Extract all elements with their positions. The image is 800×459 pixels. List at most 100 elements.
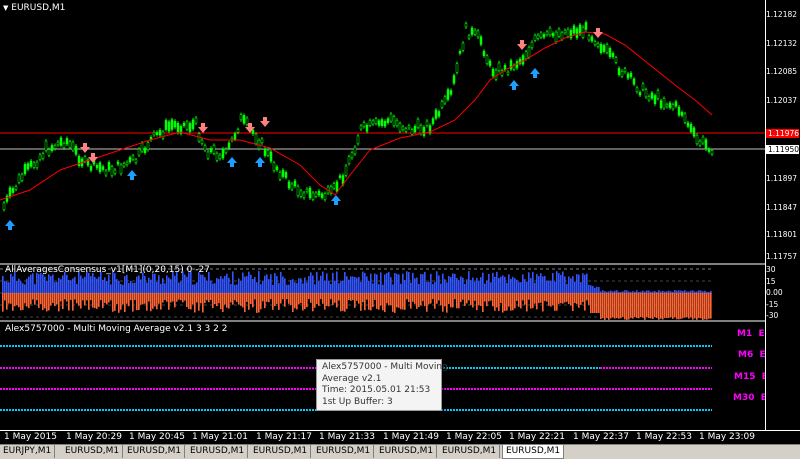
histogram-bar-neg — [136, 293, 138, 311]
histogram-bar-neg — [596, 293, 598, 313]
chart-tab[interactable]: EURUSD,M1 — [62, 445, 124, 458]
histogram-bar-pos — [162, 278, 164, 293]
histogram-bar-pos — [556, 271, 558, 293]
histogram-bar-neg — [466, 293, 468, 304]
candle — [656, 88, 660, 101]
histogram-bar-neg — [208, 293, 210, 303]
histogram-bar-neg — [348, 293, 350, 301]
histogram-bar-neg — [476, 293, 478, 311]
candle — [707, 147, 711, 154]
candle — [329, 184, 333, 196]
candle — [482, 49, 486, 58]
candle — [353, 145, 357, 156]
histogram-bar-pos — [694, 291, 696, 293]
histogram-bar-pos — [228, 277, 230, 293]
histogram-bar-pos — [44, 276, 46, 293]
histogram-bar-neg — [514, 293, 516, 309]
chart-tab-bar: EURJPY,M1 EURUSD,M1 EURUSD,M1 EURUSD,M1 … — [0, 444, 800, 459]
histogram-bar-neg — [266, 293, 268, 302]
histogram-bar-neg — [80, 293, 82, 309]
histogram-bar-pos — [34, 284, 36, 293]
histogram-bar-neg — [608, 293, 610, 320]
histogram-bar-pos — [74, 276, 76, 293]
chart-tab[interactable]: EURUSD,M1 — [250, 445, 312, 458]
histogram-bar-neg — [276, 293, 278, 304]
histogram-bar-pos — [596, 286, 598, 293]
histogram-bar-pos — [532, 271, 534, 293]
candle — [215, 151, 219, 163]
histogram-bar-neg — [98, 293, 100, 307]
histogram-bar-pos — [404, 280, 406, 293]
histogram-bar-neg — [448, 293, 450, 304]
histogram-bar-neg — [570, 293, 572, 306]
histogram-bar-neg — [470, 293, 472, 305]
histogram-bar-neg — [682, 293, 684, 319]
histogram-bar-neg — [24, 293, 26, 304]
histogram-bar-pos — [138, 275, 140, 293]
histogram-bar-pos — [18, 278, 20, 293]
candle — [686, 120, 690, 129]
histogram-bar-neg — [162, 293, 164, 303]
histogram-bar-neg — [320, 293, 322, 300]
chart-tab-active[interactable]: EURUSD,M1 — [502, 445, 565, 459]
histogram-bar-neg — [556, 293, 558, 311]
chart-tab[interactable]: EURUSD,M1 — [439, 445, 501, 458]
histogram-bar-neg — [702, 293, 704, 320]
candle — [533, 33, 537, 43]
candle — [275, 164, 279, 172]
candle — [305, 187, 309, 194]
histogram-bar-pos — [8, 282, 10, 293]
histogram-bar-pos — [356, 277, 358, 293]
candle — [362, 120, 366, 129]
candle — [296, 184, 300, 198]
price-axis[interactable] — [765, 0, 800, 430]
histogram-bar-neg — [334, 293, 336, 303]
chart-tab[interactable]: EURUSD,M1 — [187, 445, 249, 458]
histogram-bar-neg — [72, 293, 74, 311]
histogram-bar-pos — [390, 277, 392, 293]
histogram-bar-neg — [254, 293, 256, 300]
histogram-bar-neg — [142, 293, 144, 305]
histogram-bar-pos — [146, 282, 148, 293]
histogram-bar-pos — [268, 279, 270, 293]
histogram-bar-pos — [604, 291, 606, 293]
histogram-bar-neg — [404, 293, 406, 310]
candle — [152, 130, 156, 137]
histogram-bar-pos — [174, 275, 176, 293]
candle — [512, 63, 516, 72]
histogram-bar-pos — [10, 273, 12, 293]
time-label: 1 May 21:33 — [319, 432, 375, 442]
time-axis[interactable]: 1 May 2015 1 May 20:29 1 May 20:45 1 May… — [0, 430, 800, 444]
histogram-bar-pos — [306, 282, 308, 293]
chart-tab[interactable]: EURUSD,M1 — [313, 445, 375, 458]
histogram-bar-pos — [700, 290, 702, 293]
histogram-bar-pos — [76, 283, 78, 293]
chart-tab[interactable]: EURUSD,M1 — [124, 445, 186, 458]
time-label: 1 May 20:45 — [129, 432, 185, 442]
histogram-bar-pos — [16, 280, 18, 293]
histogram-bar-pos — [114, 273, 116, 293]
chart-tab[interactable]: EURUSD,M1 — [376, 445, 438, 458]
histogram-bar-neg — [562, 293, 564, 304]
candle — [146, 140, 150, 152]
candle — [95, 163, 99, 170]
histogram-bar-pos — [58, 277, 60, 293]
histogram-bar-pos — [492, 272, 494, 293]
chart-tab[interactable]: EURJPY,M1 — [0, 445, 56, 458]
histogram-bar-pos — [332, 272, 334, 293]
histogram-bar-pos — [294, 282, 296, 293]
histogram-bar-neg — [664, 293, 666, 318]
candle — [662, 96, 666, 110]
histogram-bar-neg — [14, 293, 16, 307]
histogram-bar-neg — [654, 293, 656, 318]
histogram-bar-neg — [454, 293, 456, 300]
histogram-bar-pos — [134, 282, 136, 293]
histogram-bar-pos — [208, 271, 210, 293]
candle — [173, 119, 177, 130]
arrow-down-icon — [260, 117, 270, 127]
histogram-bar-pos — [346, 276, 348, 293]
histogram-bar-neg — [238, 293, 240, 305]
histogram-bar-pos — [300, 278, 302, 293]
histogram-bar-neg — [174, 293, 176, 308]
histogram-bar-pos — [386, 272, 388, 293]
